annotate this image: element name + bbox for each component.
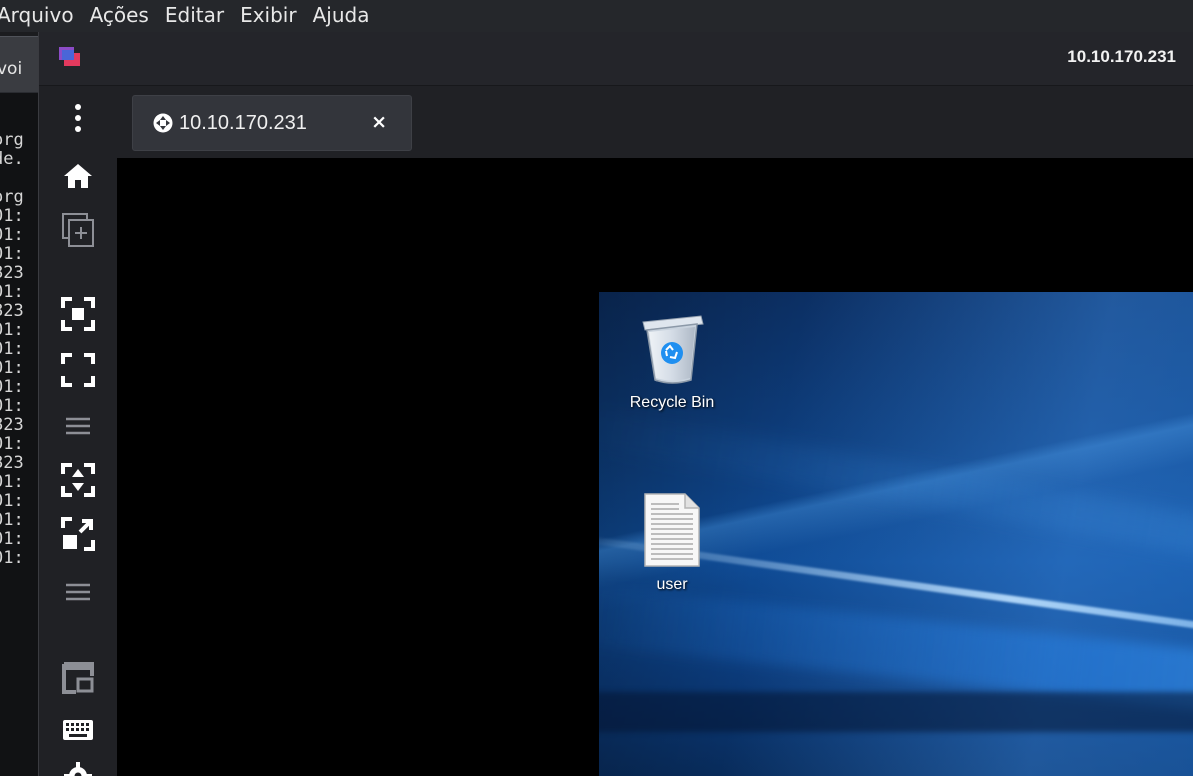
- remote-display[interactable]: Recycle Bin user: [117, 158, 1193, 776]
- viewer-toolbar: [39, 87, 117, 776]
- fit-window-icon[interactable]: [59, 295, 97, 333]
- resize-icon[interactable]: [59, 515, 97, 553]
- separator-icon: [59, 407, 97, 445]
- menu-acoes[interactable]: Ações: [82, 0, 157, 32]
- recycle-bin-label: Recycle Bin: [629, 394, 715, 411]
- separator-icon: [59, 573, 97, 611]
- connection-tabbar: 10.10.170.231 ×: [117, 87, 1193, 158]
- menu-editar[interactable]: Editar: [157, 0, 232, 32]
- fullscreen-icon[interactable]: [59, 351, 97, 389]
- tab-connection[interactable]: 10.10.170.231 ×: [132, 95, 412, 151]
- tab-close-button[interactable]: ×: [371, 111, 387, 133]
- rdp-connection-icon: [153, 113, 173, 133]
- picture-in-picture-icon[interactable]: [59, 659, 97, 697]
- recycle-bin-icon: [642, 315, 704, 384]
- tab-label: 10.10.170.231: [179, 111, 307, 134]
- terminal-menubar: Arquivo Ações Editar Exibir Ajuda: [0, 0, 1193, 32]
- scaling-icon[interactable]: [59, 461, 97, 499]
- menu-exibir[interactable]: Exibir: [232, 0, 305, 32]
- new-connection-icon[interactable]: [59, 211, 97, 249]
- window-title: 10.10.170.231: [1067, 47, 1176, 66]
- app-logo-icon: [59, 47, 81, 69]
- terminal-tab-label: voi: [0, 59, 23, 79]
- remote-viewer-window: 10.10.170.231 10.10.170.231 × Recycle Bi…: [38, 32, 1193, 776]
- home-icon[interactable]: [59, 157, 97, 195]
- menu-arquivo[interactable]: Arquivo: [0, 0, 82, 32]
- desktop-icon-user-file[interactable]: user: [602, 492, 742, 594]
- viewer-titlebar: 10.10.170.231: [39, 32, 1193, 86]
- menu-ajuda[interactable]: Ajuda: [305, 0, 378, 32]
- keyboard-icon[interactable]: [59, 711, 97, 749]
- desktop-icon-recycle-bin[interactable]: Recycle Bin: [602, 308, 742, 412]
- settings-icon[interactable]: [59, 757, 97, 776]
- user-file-label: user: [656, 576, 688, 593]
- text-file-icon: [644, 493, 700, 567]
- more-vertical-icon[interactable]: [59, 99, 97, 137]
- windows-desktop[interactable]: Recycle Bin user: [599, 292, 1193, 776]
